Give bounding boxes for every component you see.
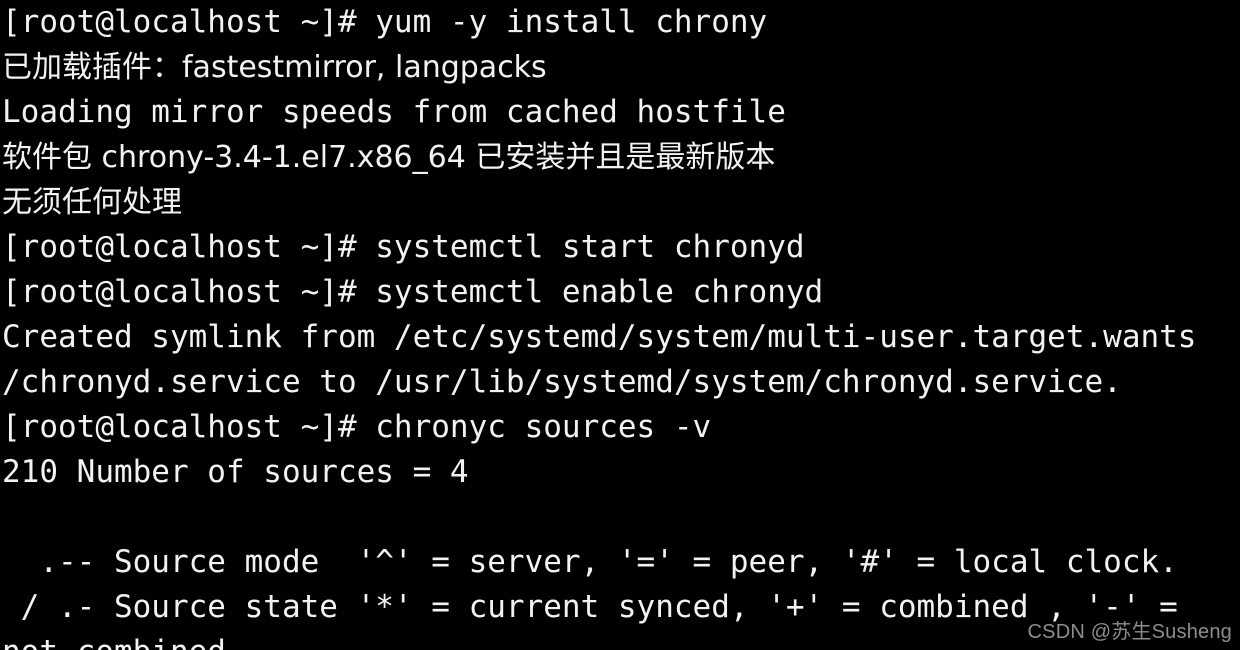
terminal-line: Created symlink from /etc/systemd/system… (2, 319, 1197, 355)
terminal-line: /chronyd.service to /usr/lib/systemd/sys… (2, 364, 1122, 400)
terminal-line: [root@localhost ~]# systemctl enable chr… (2, 274, 824, 310)
terminal-line: [root@localhost ~]# yum -y install chron… (2, 4, 768, 40)
terminal-line: 已加载插件：fastestmirror, langpacks (2, 50, 547, 85)
terminal-line: 软件包 chrony-3.4-1.el7.x86_64 已安装并且是最新版本 (2, 140, 776, 175)
terminal-line: 无须任何处理 (2, 185, 182, 220)
terminal-line: .-- Source mode '^' = server, '=' = peer… (2, 544, 1178, 580)
terminal-output: [root@localhost ~]# yum -y install chron… (0, 0, 1240, 650)
csdn-watermark: CSDN @苏生Susheng (1027, 621, 1232, 643)
terminal-line: Loading mirror speeds from cached hostfi… (2, 94, 786, 130)
terminal-line: [root@localhost ~]# systemctl start chro… (2, 229, 805, 265)
terminal-line: [root@localhost ~]# chronyc sources -v (2, 409, 712, 445)
terminal-line: 210 Number of sources = 4 (2, 454, 469, 490)
terminal-window[interactable]: [root@localhost ~]# yum -y install chron… (0, 0, 1240, 650)
